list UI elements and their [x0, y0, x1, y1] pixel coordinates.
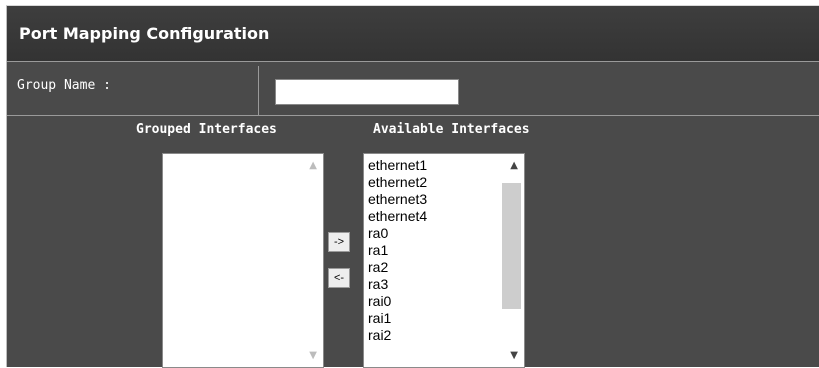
list-item[interactable]: ra1	[368, 242, 500, 259]
list-item[interactable]: ethernet1	[368, 157, 500, 174]
list-item[interactable]: ra0	[368, 225, 500, 242]
grouped-scrollbar[interactable]: ▲ ▼	[300, 154, 323, 367]
group-name-input[interactable]	[275, 79, 459, 105]
list-item[interactable]: rai1	[368, 310, 500, 327]
available-items: ethernet1 ethernet2 ethernet3 ethernet4 ra0 r…	[368, 157, 500, 344]
list-item[interactable]: ethernet3	[368, 191, 500, 208]
list-item[interactable]: ra3	[368, 276, 500, 293]
grouped-interfaces-label: Grouped Interfaces	[136, 122, 277, 137]
available-interfaces-list[interactable]: ethernet1 ethernet2 ethernet3 ethernet4 ra0 r…	[363, 153, 525, 368]
available-scrollbar[interactable]: ▲ ▼	[501, 154, 524, 367]
move-right-button[interactable]: ->	[328, 232, 350, 252]
chevron-down-icon[interactable]: ▼	[309, 350, 317, 361]
list-item[interactable]: ethernet4	[368, 208, 500, 225]
group-name-label: Group Name :	[17, 78, 111, 93]
port-mapping-panel: Port Mapping Configuration Group Name : …	[6, 5, 819, 368]
move-left-button[interactable]: <-	[328, 268, 350, 288]
list-item[interactable]: rai0	[368, 293, 500, 310]
grouped-interfaces-list[interactable]: ▲ ▼	[162, 153, 324, 368]
list-item[interactable]: rai2	[368, 327, 500, 344]
list-item[interactable]: ethernet2	[368, 174, 500, 191]
available-interfaces-label: Available Interfaces	[373, 122, 530, 137]
chevron-up-icon[interactable]: ▲	[510, 160, 518, 171]
chevron-down-icon[interactable]: ▼	[510, 350, 518, 361]
page-title: Port Mapping Configuration	[19, 24, 270, 43]
list-item[interactable]: ra2	[368, 259, 500, 276]
group-name-label-cell: Group Name :	[7, 66, 259, 115]
title-bar: Port Mapping Configuration	[7, 6, 819, 62]
group-name-row: Group Name :	[7, 66, 819, 116]
chevron-up-icon[interactable]: ▲	[309, 160, 317, 171]
scroll-thumb[interactable]	[502, 183, 521, 309]
